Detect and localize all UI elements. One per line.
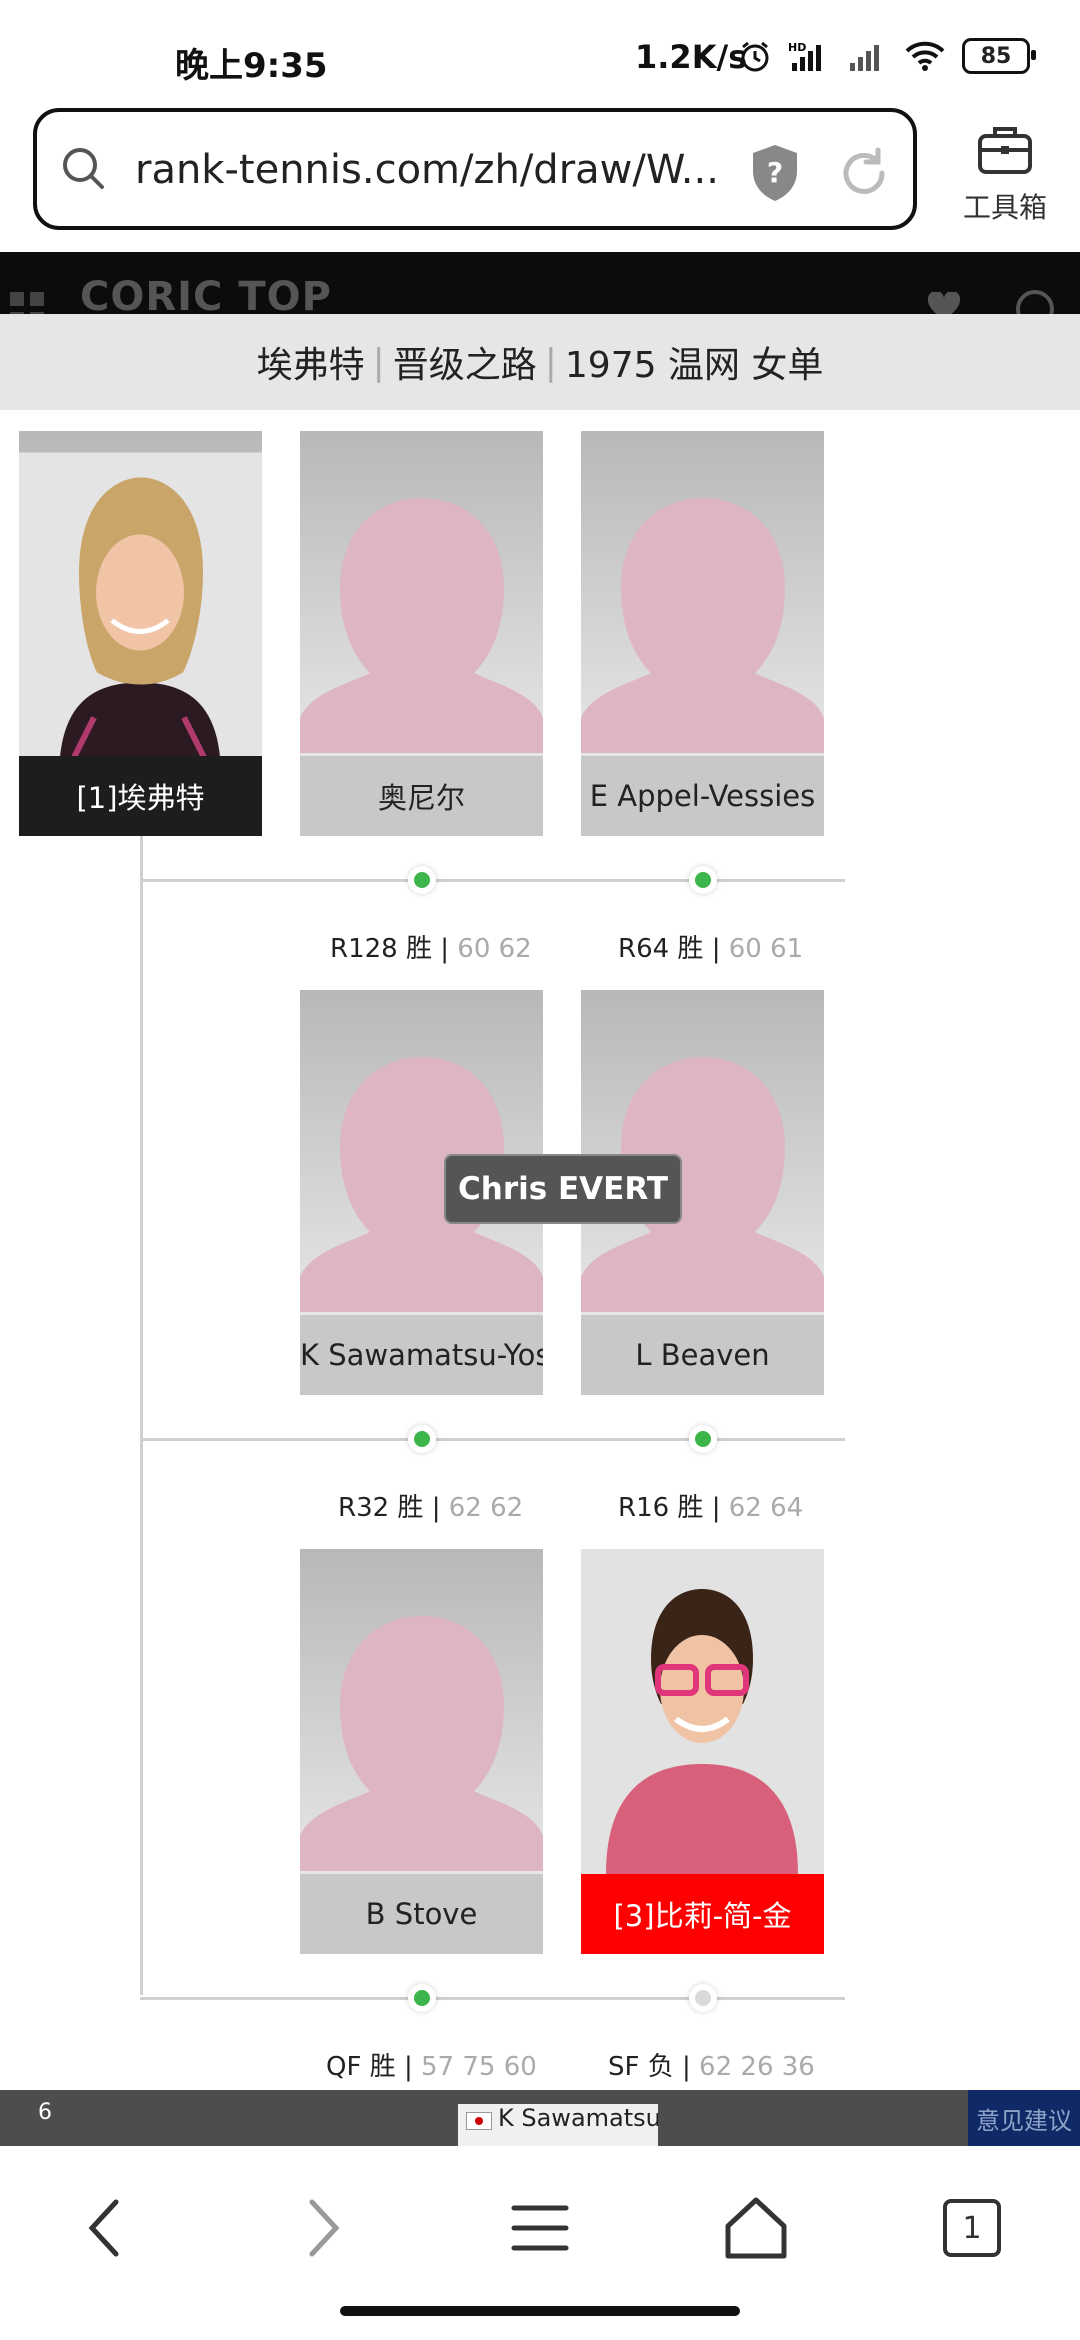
status-icons: HD 85 <box>738 38 1036 74</box>
feedback-button[interactable]: 意见建议 <box>968 2090 1080 2146</box>
opponent-name: K Sawamatsu-Yoshid <box>300 1315 543 1395</box>
toolbox-label: 工具箱 <box>962 191 1047 224</box>
toolbox-button[interactable]: 工具箱 <box>955 118 1055 228</box>
hd-signal-icon: HD <box>788 41 821 71</box>
round-outcome: 胜 <box>677 1493 704 1523</box>
draw-table-peek: 6 K Sawamatsu- 意见建议 <box>0 2090 1080 2146</box>
opponent-card-seeded[interactable]: [3]比莉-简-金 <box>581 1549 824 1954</box>
round-outcome: 胜 <box>677 934 704 964</box>
tab-count: 1 <box>943 2199 1001 2257</box>
banner-separator: | <box>372 341 385 383</box>
home-icon[interactable] <box>720 2192 792 2264</box>
bracket-vertical-line <box>140 835 143 1995</box>
player-photo <box>581 1549 824 1874</box>
url-text[interactable]: rank-tennis.com/zh/draw/W... <box>135 147 719 193</box>
round-result: R32 胜 | 62 62 <box>338 1493 524 1523</box>
bracket-line-1 <box>140 879 845 882</box>
round-score: 60 61 <box>728 934 804 964</box>
silhouette-avatar <box>300 1616 543 1871</box>
round-result: R16 胜 | 62 64 <box>618 1493 804 1523</box>
player-tooltip: Chris EVERT <box>444 1154 682 1224</box>
result-dot-win <box>408 1984 436 2012</box>
round-score: 62 62 <box>448 1493 524 1523</box>
toolbox-icon <box>978 127 1032 174</box>
browser-nav-bar: 1 <box>0 2146 1080 2340</box>
round-name: SF <box>608 2052 640 2082</box>
banner-separator: | <box>544 341 557 383</box>
security-shield-icon[interactable]: ? <box>747 142 803 204</box>
search-icon <box>63 148 104 189</box>
round-name: QF <box>326 2052 362 2082</box>
svg-text:HD: HD <box>788 41 806 54</box>
wifi-icon <box>905 41 945 71</box>
result-dot-win <box>408 866 436 894</box>
round-outcome: 负 <box>647 2052 674 2082</box>
round-score: 57 75 60 <box>421 2052 537 2082</box>
silhouette-avatar <box>300 498 543 753</box>
japan-flag-icon <box>466 2112 492 2130</box>
grid-menu-icon[interactable] <box>10 292 46 314</box>
gesture-bar[interactable] <box>340 2306 740 2316</box>
player-card-label: [1]埃弗特 <box>19 756 262 836</box>
heart-icon[interactable] <box>926 292 962 314</box>
forward-icon[interactable] <box>286 2192 358 2264</box>
banner-event: 1975 温网 女单 <box>564 345 824 386</box>
round-outcome: 胜 <box>397 1493 424 1523</box>
round-score: 62 26 36 <box>699 2052 815 2082</box>
opponent-card[interactable]: 奥尼尔 <box>300 431 543 836</box>
table-cell-player[interactable]: K Sawamatsu- <box>458 2104 658 2146</box>
tabs-button[interactable]: 1 <box>936 2192 1008 2264</box>
player-photo <box>19 452 262 756</box>
reload-icon[interactable] <box>837 146 891 200</box>
globe-icon[interactable] <box>1016 290 1054 314</box>
round-score: 62 64 <box>728 1493 804 1523</box>
opponent-name: [3]比莉-简-金 <box>581 1874 824 1954</box>
opponent-name: 奥尼尔 <box>300 756 543 836</box>
table-cell-number: 6 <box>38 2100 52 2125</box>
status-time: 晚上9:35 <box>175 46 328 86</box>
silhouette-avatar <box>581 498 824 753</box>
opponent-name: B Stove <box>300 1874 543 1954</box>
result-dot-win <box>689 866 717 894</box>
round-name: R128 <box>330 934 398 964</box>
battery-icon: 85 <box>962 38 1036 74</box>
round-result: QF 胜 | 57 75 60 <box>326 2052 537 2082</box>
site-header: CORIC TOP <box>0 252 1080 314</box>
opponent-name: L Beaven <box>581 1315 824 1395</box>
result-dot-win <box>408 1425 436 1453</box>
menu-icon[interactable] <box>504 2192 576 2264</box>
status-bar: 晚上9:35 1.2K/s HD 85 <box>0 0 1080 105</box>
round-score: 60 62 <box>457 934 532 964</box>
bracket-line-3 <box>140 1997 845 2000</box>
signal-icon <box>850 45 879 71</box>
round-name: R16 <box>618 1493 670 1523</box>
result-dot-loss <box>689 1984 717 2012</box>
svg-text:?: ? <box>767 156 783 189</box>
bracket-line-2 <box>140 1438 845 1441</box>
round-name: R64 <box>618 934 670 964</box>
round-name: R32 <box>338 1493 390 1523</box>
opponent-name: E Appel-Vessies <box>581 756 824 836</box>
page-title-banner: 埃弗特 | 晋级之路 | 1975 温网 女单 <box>0 314 1080 410</box>
round-outcome: 胜 <box>405 934 432 964</box>
opponent-card[interactable]: B Stove <box>300 1549 543 1954</box>
banner-section: 晋级之路 <box>392 345 537 386</box>
result-dot-win <box>689 1425 717 1453</box>
back-icon[interactable] <box>70 2192 142 2264</box>
player-card-evert[interactable]: [1]埃弗特 <box>19 431 262 836</box>
round-result: R128 胜 | 60 62 <box>330 934 532 964</box>
alarm-icon <box>741 41 769 72</box>
banner-player: 埃弗特 <box>256 345 365 386</box>
site-logo[interactable]: CORIC TOP <box>80 274 332 314</box>
address-bar[interactable]: rank-tennis.com/zh/draw/W... ? <box>33 108 917 230</box>
round-result: SF 负 | 62 26 36 <box>608 2052 815 2082</box>
opponent-card[interactable]: E Appel-Vessies <box>581 431 824 836</box>
table-player-name: K Sawamatsu- <box>498 2104 658 2132</box>
round-outcome: 胜 <box>369 2052 396 2082</box>
network-speed: 1.2K/s <box>635 38 748 76</box>
round-result: R64 胜 | 60 61 <box>618 934 804 964</box>
